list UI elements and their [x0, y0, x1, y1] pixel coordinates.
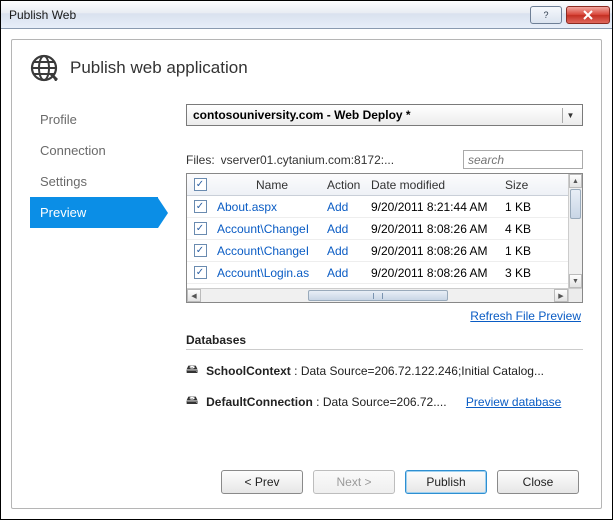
cell-name: Account\ChangeI	[213, 222, 327, 236]
step-connection[interactable]: Connection	[30, 135, 158, 166]
database-icon: 🖴	[186, 391, 198, 412]
next-button: Next >	[313, 470, 395, 494]
close-window-button[interactable]	[566, 6, 610, 24]
db-conn: Data Source=206.72.122.246;Initial Catal…	[301, 364, 544, 378]
help-button[interactable]: ?	[530, 6, 562, 24]
scroll-thumb[interactable]	[308, 290, 448, 301]
col-header-name[interactable]: Name	[213, 178, 327, 192]
svg-text:?: ?	[543, 10, 548, 20]
cell-name: Account\Login.as	[213, 266, 327, 280]
db-name: DefaultConnection	[206, 395, 313, 409]
cell-date: 9/20/2011 8:21:44 AM	[371, 200, 505, 214]
preview-database-link[interactable]: Preview database	[466, 395, 561, 409]
footer-buttons: < Prev Next > Publish Close	[30, 460, 583, 496]
file-grid: ✓ Name Action Date modified Size ✓ About…	[186, 173, 583, 303]
row-checkbox[interactable]: ✓	[194, 200, 207, 213]
database-icon: 🖴	[186, 360, 198, 381]
grid-row[interactable]: ✓ Account\Login.as Add 9/20/2011 8:08:26…	[187, 262, 568, 284]
step-settings[interactable]: Settings	[30, 166, 158, 197]
cell-size: 1 KB	[505, 200, 545, 214]
col-header-size[interactable]: Size	[505, 178, 545, 192]
scroll-thumb[interactable]	[570, 189, 581, 219]
database-row: 🖴 SchoolContext : Data Source=206.72.122…	[186, 360, 583, 381]
col-header-action[interactable]: Action	[327, 178, 371, 192]
cell-date: 9/20/2011 8:08:26 AM	[371, 266, 505, 280]
scroll-down-icon[interactable]: ▼	[569, 274, 582, 288]
database-row: 🖴 DefaultConnection : Data Source=206.72…	[186, 391, 583, 412]
refresh-file-preview-link[interactable]: Refresh File Preview	[470, 309, 581, 323]
files-url: vserver01.cytanium.com:8172:...	[221, 153, 457, 167]
row-checkbox[interactable]: ✓	[194, 222, 207, 235]
cell-name: About.aspx	[213, 200, 327, 214]
horizontal-scrollbar[interactable]: ◀ ▶	[187, 288, 568, 302]
publish-button[interactable]: Publish	[405, 470, 487, 494]
cell-date: 9/20/2011 8:08:26 AM	[371, 244, 505, 258]
prev-button[interactable]: < Prev	[221, 470, 303, 494]
databases-heading: Databases	[186, 333, 583, 350]
globe-icon	[30, 54, 58, 82]
cell-action: Add	[327, 244, 371, 258]
col-header-date[interactable]: Date modified	[371, 178, 505, 192]
cell-size: 1 KB	[505, 244, 545, 258]
scroll-right-icon[interactable]: ▶	[554, 289, 568, 302]
scroll-left-icon[interactable]: ◀	[187, 289, 201, 302]
cell-name: Account\ChangeI	[213, 244, 327, 258]
row-checkbox[interactable]: ✓	[194, 244, 207, 257]
step-preview[interactable]: Preview	[30, 197, 158, 228]
search-input[interactable]	[463, 150, 583, 169]
scroll-up-icon[interactable]: ▲	[569, 174, 582, 188]
page-title: Publish web application	[70, 58, 248, 78]
profile-dropdown[interactable]: contosouniversity.com - Web Deploy * ▼	[186, 104, 583, 126]
vertical-scrollbar[interactable]: ▲ ▼	[568, 174, 582, 288]
grid-row[interactable]: ✓ Account\ChangeI Add 9/20/2011 8:08:26 …	[187, 218, 568, 240]
cell-date: 9/20/2011 8:08:26 AM	[371, 222, 505, 236]
close-button[interactable]: Close	[497, 470, 579, 494]
titlebar: Publish Web ?	[1, 1, 612, 29]
cell-action: Add	[327, 266, 371, 280]
cell-size: 4 KB	[505, 222, 545, 236]
row-checkbox[interactable]: ✓	[194, 266, 207, 279]
chevron-down-icon: ▼	[562, 108, 578, 123]
grid-row[interactable]: ✓ About.aspx Add 9/20/2011 8:21:44 AM 1 …	[187, 196, 568, 218]
step-profile[interactable]: Profile	[30, 104, 158, 135]
window-title: Publish Web	[9, 8, 76, 22]
db-conn: Data Source=206.72....	[323, 395, 447, 409]
grid-row[interactable]: ✓ Account\ChangeI Add 9/20/2011 8:08:26 …	[187, 240, 568, 262]
cell-action: Add	[327, 200, 371, 214]
profile-dropdown-value: contosouniversity.com - Web Deploy *	[193, 108, 411, 122]
scroll-corner	[568, 288, 582, 302]
grid-header: ✓ Name Action Date modified Size	[187, 174, 568, 196]
select-all-checkbox[interactable]: ✓	[194, 178, 207, 191]
files-label: Files:	[186, 153, 215, 167]
wizard-steps: Profile Connection Settings Preview	[30, 104, 158, 460]
cell-size: 3 KB	[505, 266, 545, 280]
db-name: SchoolContext	[206, 364, 291, 378]
cell-action: Add	[327, 222, 371, 236]
